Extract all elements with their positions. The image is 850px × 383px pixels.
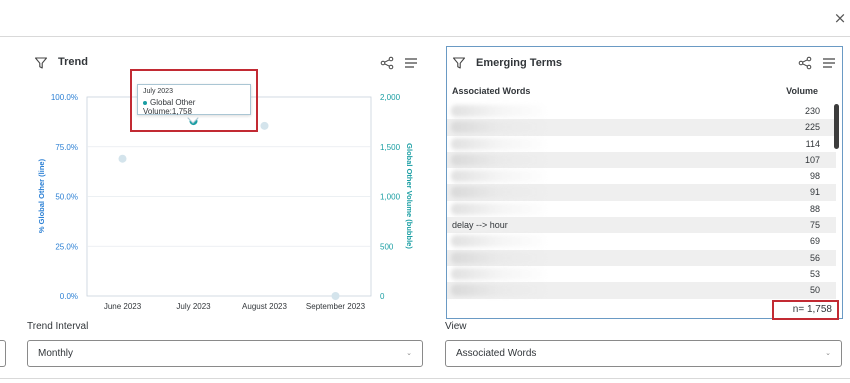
volume-cell: 56: [809, 252, 820, 263]
volume-cell: 230: [804, 106, 820, 116]
volume-cell: 69: [809, 236, 820, 247]
trend-interval-select[interactable]: Monthly ⌄: [27, 340, 423, 367]
grid-lines: [87, 146, 371, 247]
right-tick-label: 1,500: [380, 143, 401, 152]
volume-cell: 88: [809, 203, 820, 214]
menu-icon[interactable]: [822, 56, 836, 70]
filter-icon[interactable]: [452, 56, 466, 70]
table-row[interactable]: 56: [447, 249, 836, 266]
redacted-word: [451, 284, 546, 297]
dialog: × Trend 100.0% 75.0% 50.0% 25.0% 0.0% 2,000 1…: [0, 0, 850, 383]
redacted-word: [451, 186, 546, 199]
right-tick-label: 0: [380, 292, 385, 301]
left-tick-label: 0.0%: [60, 292, 78, 301]
view-select[interactable]: Associated Words ⌄: [445, 340, 842, 367]
x-tick-label: August 2023: [242, 302, 287, 311]
chevron-down-icon: ⌄: [825, 349, 831, 357]
volume-cell: 53: [809, 268, 820, 279]
redacted-word: [451, 235, 546, 248]
redacted-word: [451, 153, 546, 166]
terms-table-body: 230 225 114 107 98 91 88 delay --> hour 75 69 56 53…: [447, 103, 836, 299]
column-header-words[interactable]: Associated Words: [452, 86, 530, 96]
share-icon[interactable]: [798, 56, 812, 70]
view-value: Associated Words: [456, 348, 537, 359]
data-point: [118, 154, 127, 163]
right-tick-label: 2,000: [380, 93, 401, 102]
footer-divider: [0, 378, 850, 379]
trend-interval-value: Monthly: [38, 348, 74, 359]
table-row[interactable]: 88: [447, 201, 836, 217]
left-tick-label: 75.0%: [55, 143, 78, 152]
redacted-word: [451, 202, 546, 215]
redacted-word: [451, 121, 546, 134]
volume-cell: 107: [804, 154, 820, 165]
table-row[interactable]: 91: [447, 184, 836, 201]
redacted-word: [451, 137, 546, 150]
left-axis-label: % Global Other (line): [37, 158, 46, 233]
left-tick-label: 25.0%: [55, 242, 78, 251]
emerging-terms-panel: Emerging Terms Associated Words Volume 2…: [446, 46, 843, 319]
table-row[interactable]: 114: [447, 136, 836, 152]
volume-cell: 50: [809, 285, 820, 296]
n-count-highlight-box: [772, 300, 839, 320]
volume-cell: 75: [809, 220, 820, 231]
emerging-terms-title: Emerging Terms: [476, 57, 562, 69]
redacted-word: [451, 105, 546, 117]
table-row[interactable]: 225: [447, 119, 836, 136]
data-point: [331, 292, 340, 300]
table-row[interactable]: 98: [447, 168, 836, 184]
table-row[interactable]: 230: [447, 103, 836, 119]
table-row[interactable]: 107: [447, 151, 836, 169]
right-axis-ticks: 2,000 1,500 1,000 500 0: [380, 93, 401, 301]
data-points: [118, 117, 340, 300]
left-select-stub[interactable]: [0, 340, 6, 367]
x-axis-ticks: June 2023 July 2023 August 2023 September 2…: [104, 302, 366, 311]
redacted-word: [451, 170, 546, 183]
left-tick-label: 100.0%: [51, 93, 78, 102]
redacted-word: [451, 251, 546, 264]
volume-cell: 91: [809, 187, 820, 198]
tooltip-highlight-box: [130, 69, 258, 132]
table-header: Associated Words Volume: [447, 82, 842, 102]
right-axis-label: Global Other Volume (bubble): [405, 143, 414, 249]
word-cell: delay --> hour: [452, 220, 508, 231]
chevron-down-icon: ⌄: [406, 349, 412, 357]
right-tick-label: 500: [380, 242, 394, 251]
x-tick-label: June 2023: [104, 302, 142, 311]
column-header-volume[interactable]: Volume: [786, 86, 818, 96]
trend-interval-label: Trend Interval: [27, 321, 89, 332]
x-tick-label: September 2023: [306, 302, 366, 311]
table-row[interactable]: 50: [447, 282, 836, 299]
scrollbar[interactable]: [834, 104, 839, 149]
trend-chart: 100.0% 75.0% 50.0% 25.0% 0.0% 2,000 1,500 1,00…: [37, 93, 414, 311]
close-button[interactable]: ×: [833, 11, 847, 26]
view-label: View: [445, 321, 467, 332]
left-tick-label: 50.0%: [55, 193, 78, 202]
table-row[interactable]: delay --> hour 75: [447, 217, 836, 234]
table-row[interactable]: 69: [447, 233, 836, 249]
volume-cell: 225: [804, 122, 820, 133]
table-row[interactable]: 53: [447, 266, 836, 282]
left-axis-ticks: 100.0% 75.0% 50.0% 25.0% 0.0%: [51, 93, 78, 301]
redacted-word: [451, 267, 546, 280]
volume-cell: 114: [805, 138, 820, 149]
right-tick-label: 1,000: [380, 193, 401, 202]
volume-cell: 98: [809, 171, 820, 182]
data-point: [260, 121, 269, 130]
x-tick-label: July 2023: [176, 302, 211, 311]
